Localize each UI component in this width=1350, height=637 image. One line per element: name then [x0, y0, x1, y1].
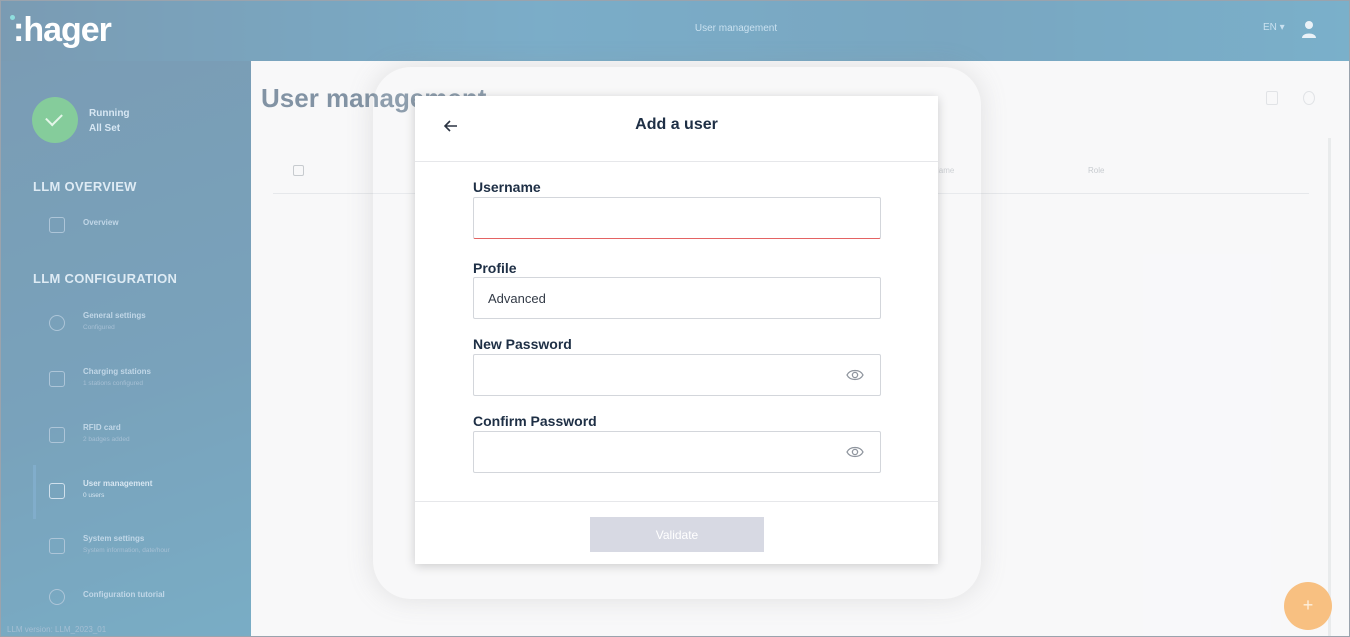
new-password-input[interactable]	[473, 354, 881, 396]
app-window: :hager User management EN ▾ Running All …	[0, 0, 1350, 637]
username-label: Username	[473, 179, 541, 195]
profile-value: Advanced	[488, 291, 546, 306]
profile-label: Profile	[473, 260, 517, 276]
new-password-label: New Password	[473, 336, 572, 352]
username-input[interactable]	[473, 197, 881, 239]
add-user-dialog: Add a user Username Profile Advanced New…	[415, 96, 938, 564]
validate-button[interactable]: Validate	[590, 517, 764, 552]
eye-icon[interactable]	[846, 367, 864, 383]
profile-select[interactable]: Advanced	[473, 277, 881, 319]
dialog-title: Add a user	[635, 116, 718, 133]
confirm-password-label: Confirm Password	[473, 413, 597, 429]
confirm-password-input[interactable]	[473, 431, 881, 473]
dialog-header: Add a user	[415, 96, 938, 162]
eye-icon[interactable]	[846, 444, 864, 460]
dialog-footer: Validate	[415, 501, 938, 564]
